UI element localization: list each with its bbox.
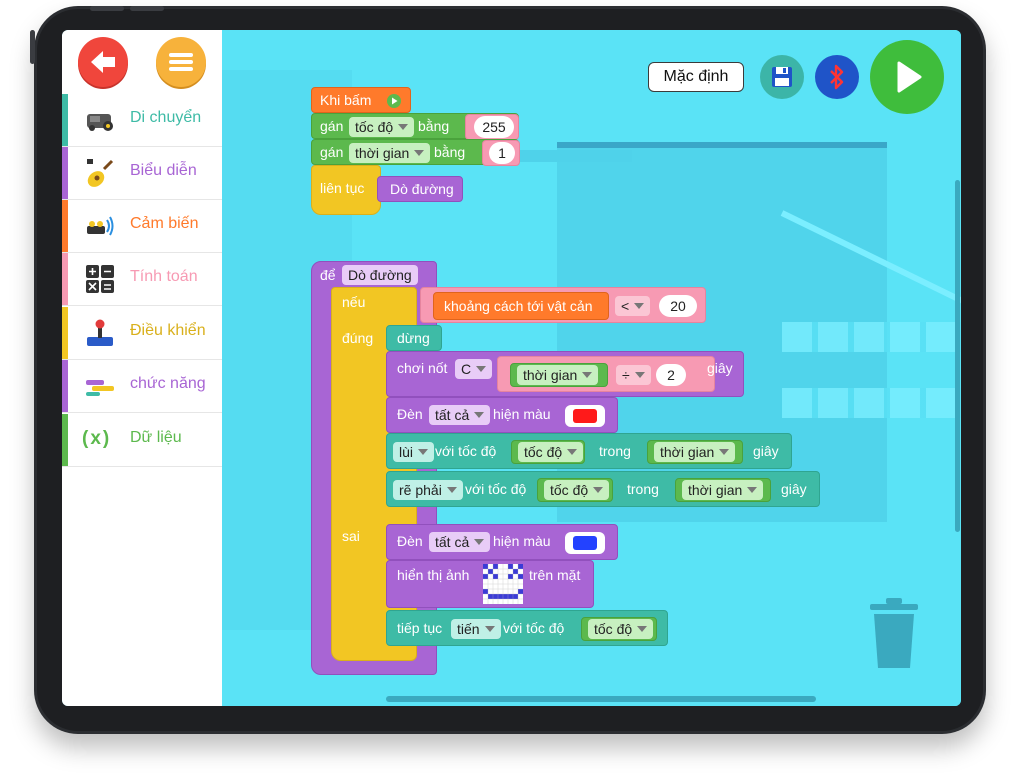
distance-sensor-block[interactable]: khoảng cách tới vật cản (433, 292, 609, 320)
category-label: chức năng (130, 375, 206, 392)
variable-block[interactable]: thời gian (647, 440, 743, 464)
category-label: Dữ liệu (130, 429, 182, 446)
color-swatch-red (573, 409, 597, 423)
led-target-dropdown[interactable]: tất cả (429, 532, 491, 552)
category-label: Tính toán (130, 268, 198, 285)
variable-dropdown[interactable]: tốc độ (349, 117, 415, 137)
hamburger-icon (156, 37, 206, 87)
category-label: Di chuyển (130, 109, 202, 126)
run-button[interactable] (870, 40, 944, 114)
hardware-button (90, 6, 124, 11)
number-input[interactable]: 2 (656, 364, 686, 386)
color-swatch-blue (573, 536, 597, 550)
variable-block[interactable]: tốc độ (537, 478, 613, 502)
calculator-icon (86, 265, 114, 293)
back-button[interactable] (78, 37, 128, 87)
play-note-block[interactable]: chơi nốt C thời gian ÷ 2 giây (386, 351, 744, 397)
trash-icon[interactable] (868, 598, 920, 670)
direction-dropdown[interactable]: tiến (451, 619, 501, 639)
category-label: Điều khiển (130, 322, 206, 339)
stop-block[interactable]: dừng (386, 325, 442, 351)
save-button[interactable] (760, 55, 804, 99)
set-variable-block[interactable]: gán tốc độ bằng 255 (311, 113, 519, 140)
variable-block[interactable]: thời gian (675, 478, 771, 502)
number-input[interactable]: 1 (489, 142, 515, 164)
call-function-block[interactable]: Dò đường (377, 176, 463, 202)
function-icon (86, 380, 114, 396)
block-category-sidebar: Di chuyển Biểu diễn Cảm biến Tính toán Đ… (62, 30, 222, 706)
category-bieu-dien[interactable]: Biểu diễn (62, 147, 222, 200)
forever-block[interactable]: liên tục (311, 165, 381, 215)
green-flag-icon (387, 94, 401, 108)
category-cam-bien[interactable]: Cảm biến (62, 200, 222, 253)
direction-dropdown[interactable]: rẽ phải (393, 480, 463, 500)
category-chuc-nang[interactable]: chức năng (62, 360, 222, 413)
variable-dropdown[interactable]: thời gian (349, 143, 431, 163)
turn-right-block[interactable]: rẽ phải với tốc độ tốc độ trong thời gia… (386, 471, 820, 507)
category-tinh-toan[interactable]: Tính toán (62, 253, 222, 306)
math-operator-dropdown[interactable]: ÷ (616, 365, 651, 385)
variable-block[interactable]: tốc độ (581, 617, 657, 641)
category-dieu-khien[interactable]: Điều khiển (62, 307, 222, 360)
compare-block[interactable]: khoảng cách tới vật cản < 20 (420, 287, 706, 323)
note-dropdown[interactable]: C (455, 359, 493, 379)
divide-block[interactable]: thời gian ÷ 2 (497, 356, 715, 392)
led-matrix-face-icon[interactable] (483, 564, 523, 604)
function-name-field[interactable]: Dò đường (342, 265, 418, 285)
joystick-icon (87, 319, 113, 346)
led-color-block[interactable]: Đèn tất cả hiện màu (386, 524, 618, 560)
hardware-button (130, 6, 164, 11)
compare-operator-dropdown[interactable]: < (615, 296, 651, 316)
direction-dropdown[interactable]: lùi (393, 442, 435, 462)
number-input[interactable]: 20 (659, 295, 697, 317)
horizontal-scrollbar[interactable] (386, 696, 816, 702)
number-input[interactable]: 255 (474, 116, 514, 138)
category-di-chuyen[interactable]: Di chuyển (62, 94, 222, 147)
variable-icon: (x) (82, 428, 112, 449)
block-workspace[interactable]: Mặc định Khi bấm gán tốc độ bằng 255 gán… (222, 30, 961, 706)
color-picker[interactable] (565, 532, 605, 554)
when-clicked-block[interactable]: Khi bấm (311, 87, 411, 113)
variable-block[interactable]: thời gian (510, 363, 608, 387)
category-du-lieu[interactable]: (x) Dữ liệu (62, 414, 222, 467)
arrow-left-icon (91, 51, 115, 73)
bluetooth-button[interactable] (815, 55, 859, 99)
play-icon (897, 61, 922, 93)
guitar-icon (87, 159, 114, 187)
hardware-button (30, 30, 35, 64)
vertical-scrollbar[interactable] (955, 180, 960, 532)
default-button[interactable]: Mặc định (648, 62, 744, 92)
variable-block[interactable]: tốc độ (511, 440, 585, 464)
menu-button[interactable] (156, 37, 206, 87)
floppy-disk-icon (772, 67, 792, 87)
led-color-block[interactable]: Đèn tất cả hiện màu (386, 397, 618, 433)
category-label: Cảm biến (130, 215, 199, 232)
move-backward-block[interactable]: lùi với tốc độ tốc độ trong thời gian gi… (386, 433, 792, 469)
app-screen: Di chuyển Biểu diễn Cảm biến Tính toán Đ… (62, 30, 961, 706)
set-variable-block[interactable]: gán thời gian bằng 1 (311, 139, 520, 166)
show-image-block[interactable]: hiển thị ảnh trên mặt (386, 560, 594, 608)
category-label: Biểu diễn (130, 162, 197, 179)
robot-car-icon (87, 114, 113, 131)
move-forward-block[interactable]: tiếp tục tiến với tốc độ tốc độ (386, 610, 668, 646)
bluetooth-icon (830, 64, 844, 90)
led-target-dropdown[interactable]: tất cả (429, 405, 491, 425)
sensor-icon (87, 216, 114, 236)
color-picker[interactable] (565, 405, 605, 427)
